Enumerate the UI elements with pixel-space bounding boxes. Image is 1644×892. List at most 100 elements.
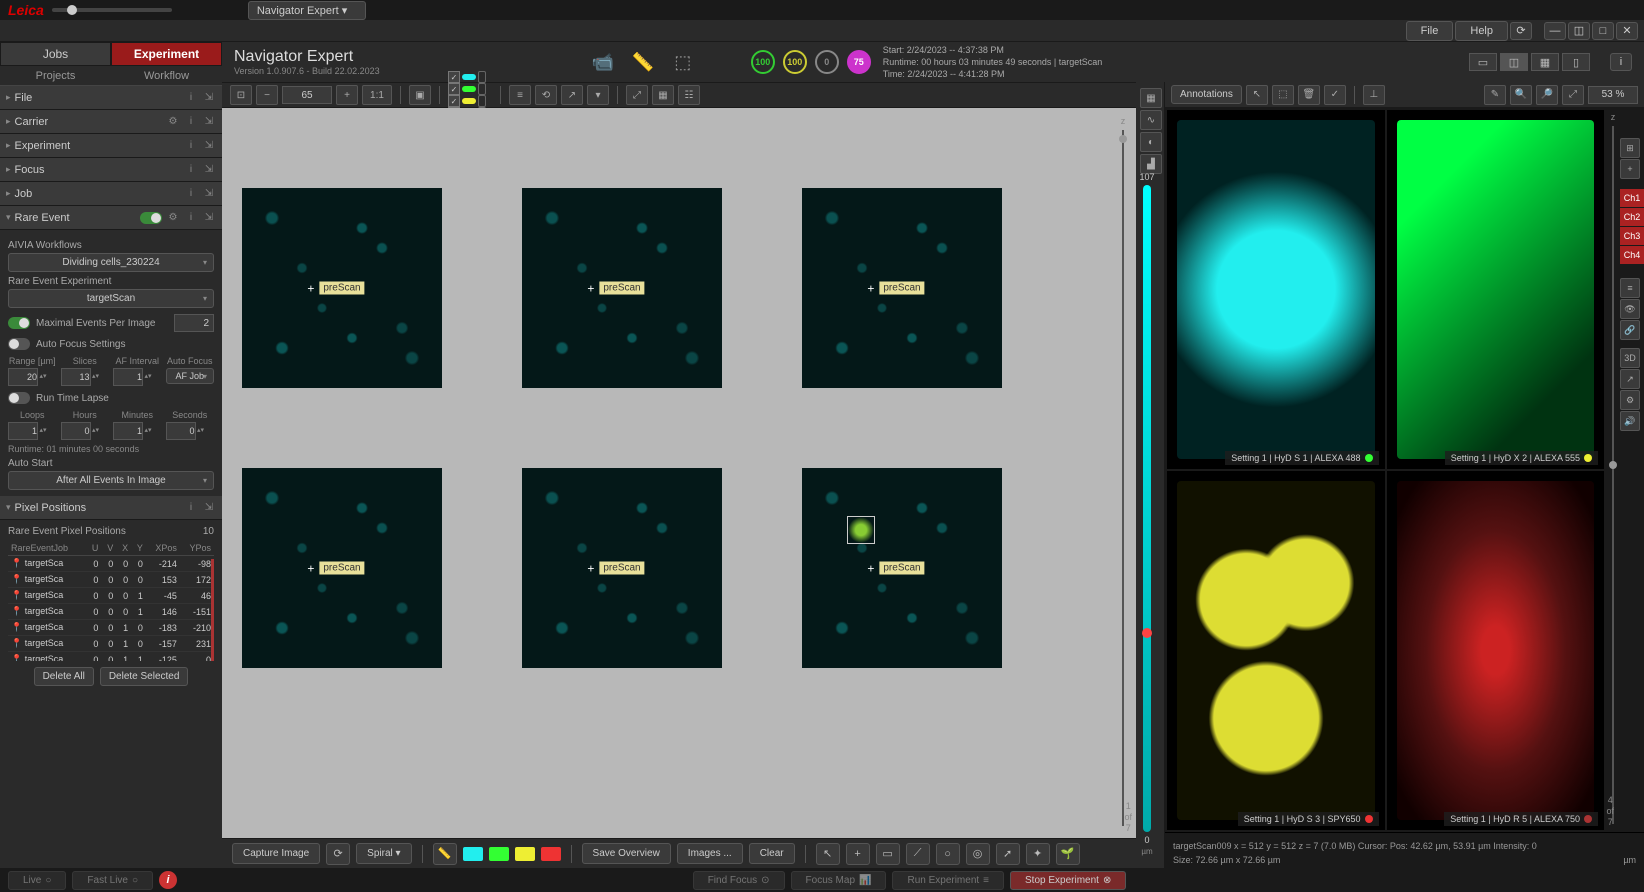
pointer-icon[interactable]: ↖: [1246, 85, 1268, 105]
max-events-input[interactable]: [174, 314, 214, 332]
overview-tile[interactable]: preScan: [802, 468, 1002, 668]
af-toggle[interactable]: [8, 338, 30, 350]
overview-tile[interactable]: preScan: [522, 188, 722, 388]
ch1-tab[interactable]: Ch1: [1620, 189, 1644, 207]
loops-input[interactable]: [8, 422, 38, 440]
wand-icon[interactable]: ✦: [1026, 843, 1050, 865]
section-experiment[interactable]: ▸Experimenti⇲: [0, 134, 222, 158]
right-z-slider[interactable]: z: [1606, 108, 1620, 832]
table-row[interactable]: 📍 targetSca0011-1250: [8, 652, 214, 662]
pencil-icon[interactable]: ✎: [1484, 85, 1506, 105]
sound-tool[interactable]: 🔊: [1620, 411, 1640, 431]
arrow-icon[interactable]: ➚: [996, 843, 1020, 865]
restore-icon[interactable]: ◫: [1568, 22, 1590, 40]
section-pixel[interactable]: ▾Pixel Positionsi⇲: [0, 496, 222, 520]
save-overview-button[interactable]: Save Overview: [582, 843, 671, 864]
section-focus[interactable]: ▸Focusi⇲: [0, 158, 222, 182]
channel-toggle[interactable]: ✓: [448, 83, 486, 95]
layer-icon[interactable]: ≡: [509, 85, 531, 105]
view-split[interactable]: ◫: [1500, 53, 1528, 71]
mins-input[interactable]: [113, 422, 143, 440]
ch3-tab[interactable]: Ch3: [1620, 227, 1644, 245]
tab-jobs[interactable]: Jobs: [0, 42, 111, 66]
overview-tile[interactable]: preScan: [802, 188, 1002, 388]
chart-icon[interactable]: ⊥: [1363, 85, 1385, 105]
section-rare-event[interactable]: ▾Rare Event⚙i⇲: [0, 206, 222, 230]
lut-icon[interactable]: ▦: [1140, 88, 1162, 108]
z-slider[interactable]: z: [1116, 116, 1130, 830]
annotations-button[interactable]: Annotations: [1171, 85, 1242, 104]
contrast-icon[interactable]: ◐: [1140, 132, 1162, 152]
delete-all-button[interactable]: Delete All: [34, 667, 94, 686]
minimize-icon[interactable]: —: [1544, 22, 1566, 40]
mode-dropdown[interactable]: Navigator Expert ▾: [248, 1, 367, 20]
table-icon[interactable]: ☷: [678, 85, 700, 105]
table-row[interactable]: 📍 targetSca0000153172: [8, 572, 214, 588]
afint-input[interactable]: [113, 368, 143, 386]
cursor-icon[interactable]: ↖: [816, 843, 840, 865]
zoomout-icon[interactable]: 🔎: [1536, 85, 1558, 105]
ch4-tab[interactable]: Ch4: [1620, 246, 1644, 264]
export-tool[interactable]: ↗: [1620, 369, 1640, 389]
table-row[interactable]: 📍 targetSca0001146-151: [8, 604, 214, 620]
zoomin-icon[interactable]: 🔍: [1510, 85, 1532, 105]
arc-icon[interactable]: ⟋: [906, 843, 930, 865]
camera-icon[interactable]: 📹: [589, 48, 617, 76]
live-button[interactable]: Live ○: [8, 871, 66, 890]
rare-toggle[interactable]: [140, 212, 162, 224]
runexp-button[interactable]: Run Experiment ≡: [892, 871, 1004, 890]
zoom-out-icon[interactable]: −: [256, 85, 278, 105]
circle-icon[interactable]: ○: [936, 843, 960, 865]
spiral-button[interactable]: Spiral ▾: [356, 843, 411, 864]
help-menu[interactable]: Help: [1455, 21, 1508, 41]
channel-toggle[interactable]: ✓: [448, 95, 486, 107]
file-menu[interactable]: File: [1406, 21, 1454, 41]
range-input[interactable]: [8, 368, 38, 386]
gear-icon[interactable]: ⚙: [166, 211, 180, 225]
table-row[interactable]: 📍 targetSca0010-157231: [8, 636, 214, 652]
tab-experiment[interactable]: Experiment: [111, 42, 222, 66]
channel-view-1[interactable]: Setting 1 | HyD S 1 | ALEXA 488: [1167, 110, 1385, 469]
view-grid[interactable]: ▦: [1531, 53, 1559, 71]
fit-icon[interactable]: ⊡: [230, 85, 252, 105]
chip-green[interactable]: [489, 847, 509, 861]
pin-icon[interactable]: ⇲: [202, 91, 216, 105]
capture-button[interactable]: Capture Image: [232, 843, 320, 864]
table-row[interactable]: 📍 targetSca0000-214-98: [8, 556, 214, 572]
table-row[interactable]: 📍 targetSca0010-183-210: [8, 620, 214, 636]
channel-toggle[interactable]: ✓: [448, 71, 486, 83]
cube-icon[interactable]: ⬚: [669, 48, 697, 76]
zoom-input[interactable]: [282, 86, 332, 104]
focusmap-button[interactable]: Focus Map 📊: [791, 871, 887, 890]
plus-icon[interactable]: +: [846, 843, 870, 865]
info-icon[interactable]: i: [1610, 53, 1632, 71]
overview-tile[interactable]: preScan: [522, 468, 722, 668]
overview-tile[interactable]: preScan: [242, 468, 442, 668]
channel-view-3[interactable]: Setting 1 | HyD S 3 | SPY650: [1167, 471, 1385, 830]
check-icon[interactable]: ✓: [1324, 85, 1346, 105]
link-tool[interactable]: 🔗: [1620, 320, 1640, 340]
ring-icon[interactable]: ◎: [966, 843, 990, 865]
grid-icon[interactable]: ▦: [652, 85, 674, 105]
fullscreen-icon[interactable]: ⤢: [1562, 85, 1584, 105]
down-icon[interactable]: ▾: [587, 85, 609, 105]
channel-view-4[interactable]: Setting 1 | HyD R 5 | ALEXA 750: [1387, 471, 1605, 830]
chip-red[interactable]: [541, 847, 561, 861]
sync-icon[interactable]: ⟲: [535, 85, 557, 105]
fastlive-button[interactable]: Fast Live ○: [72, 871, 153, 890]
ruler-icon[interactable]: 📏: [629, 48, 657, 76]
screen-icon[interactable]: ▣: [409, 85, 431, 105]
refresh-icon[interactable]: ⟳: [1510, 22, 1532, 40]
chip-yellow[interactable]: [515, 847, 535, 861]
overview-tile[interactable]: preScan: [242, 188, 442, 388]
ratio-button[interactable]: 1:1: [362, 85, 392, 105]
ruler-icon[interactable]: 📏: [433, 843, 457, 865]
subtab-workflow[interactable]: Workflow: [111, 66, 222, 86]
intensity-slider[interactable]: [1143, 185, 1151, 832]
channel-view-2[interactable]: Setting 1 | HyD X 2 | ALEXA 555: [1387, 110, 1605, 469]
close-icon[interactable]: ✕: [1616, 22, 1638, 40]
layers-tool[interactable]: ≡: [1620, 278, 1640, 298]
secs-input[interactable]: [166, 422, 196, 440]
maximize-icon[interactable]: □: [1592, 22, 1614, 40]
eye-tool[interactable]: 👁: [1620, 299, 1640, 319]
